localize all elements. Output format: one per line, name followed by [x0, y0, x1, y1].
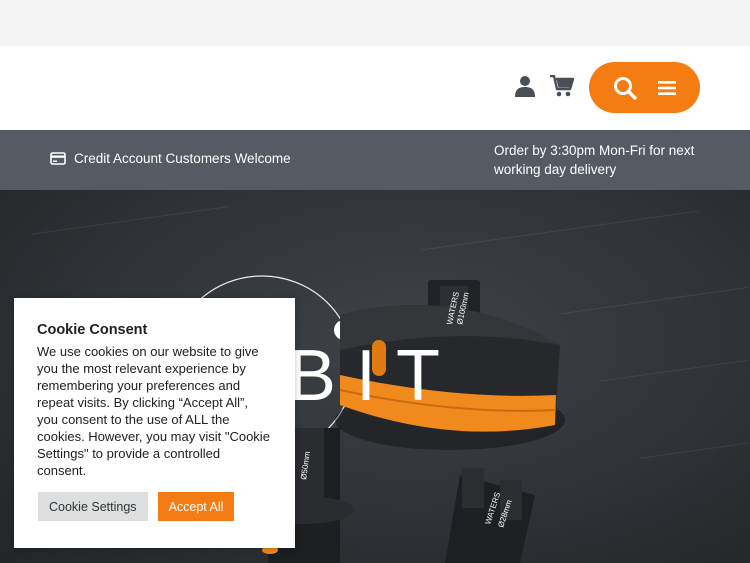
cookie-settings-button[interactable]: Cookie Settings [38, 492, 148, 521]
info-bar: Credit Account Customers Welcome Order b… [0, 130, 750, 190]
cookie-consent-title: Cookie Consent [37, 322, 148, 338]
cookie-consent-actions: Cookie Settings Accept All [38, 492, 235, 521]
cookie-consent-dialog: Cookie Consent We use cookies on our web… [14, 298, 295, 548]
hamburger-menu-icon [658, 80, 676, 95]
credit-notice: Credit Account Customers Welcome [50, 151, 291, 166]
accept-all-button[interactable]: Accept All [157, 492, 235, 521]
cart-button[interactable] [550, 74, 574, 98]
user-icon [515, 76, 535, 97]
cart-icon [550, 75, 574, 97]
search-button[interactable] [613, 76, 637, 100]
menu-button[interactable] [658, 80, 676, 96]
top-strip [0, 0, 750, 46]
delivery-notice: Order by 3:30pm Mon-Fri for next working… [494, 143, 695, 177]
account-button[interactable] [514, 74, 536, 98]
credit-notice-text: Credit Account Customers Welcome [74, 151, 291, 166]
search-menu-pill [589, 62, 700, 113]
search-icon [614, 76, 637, 100]
hero-title-text: BIT [288, 336, 460, 416]
credit-card-icon [50, 152, 66, 165]
cookie-consent-text: We use cookies on our website to give yo… [37, 344, 270, 478]
